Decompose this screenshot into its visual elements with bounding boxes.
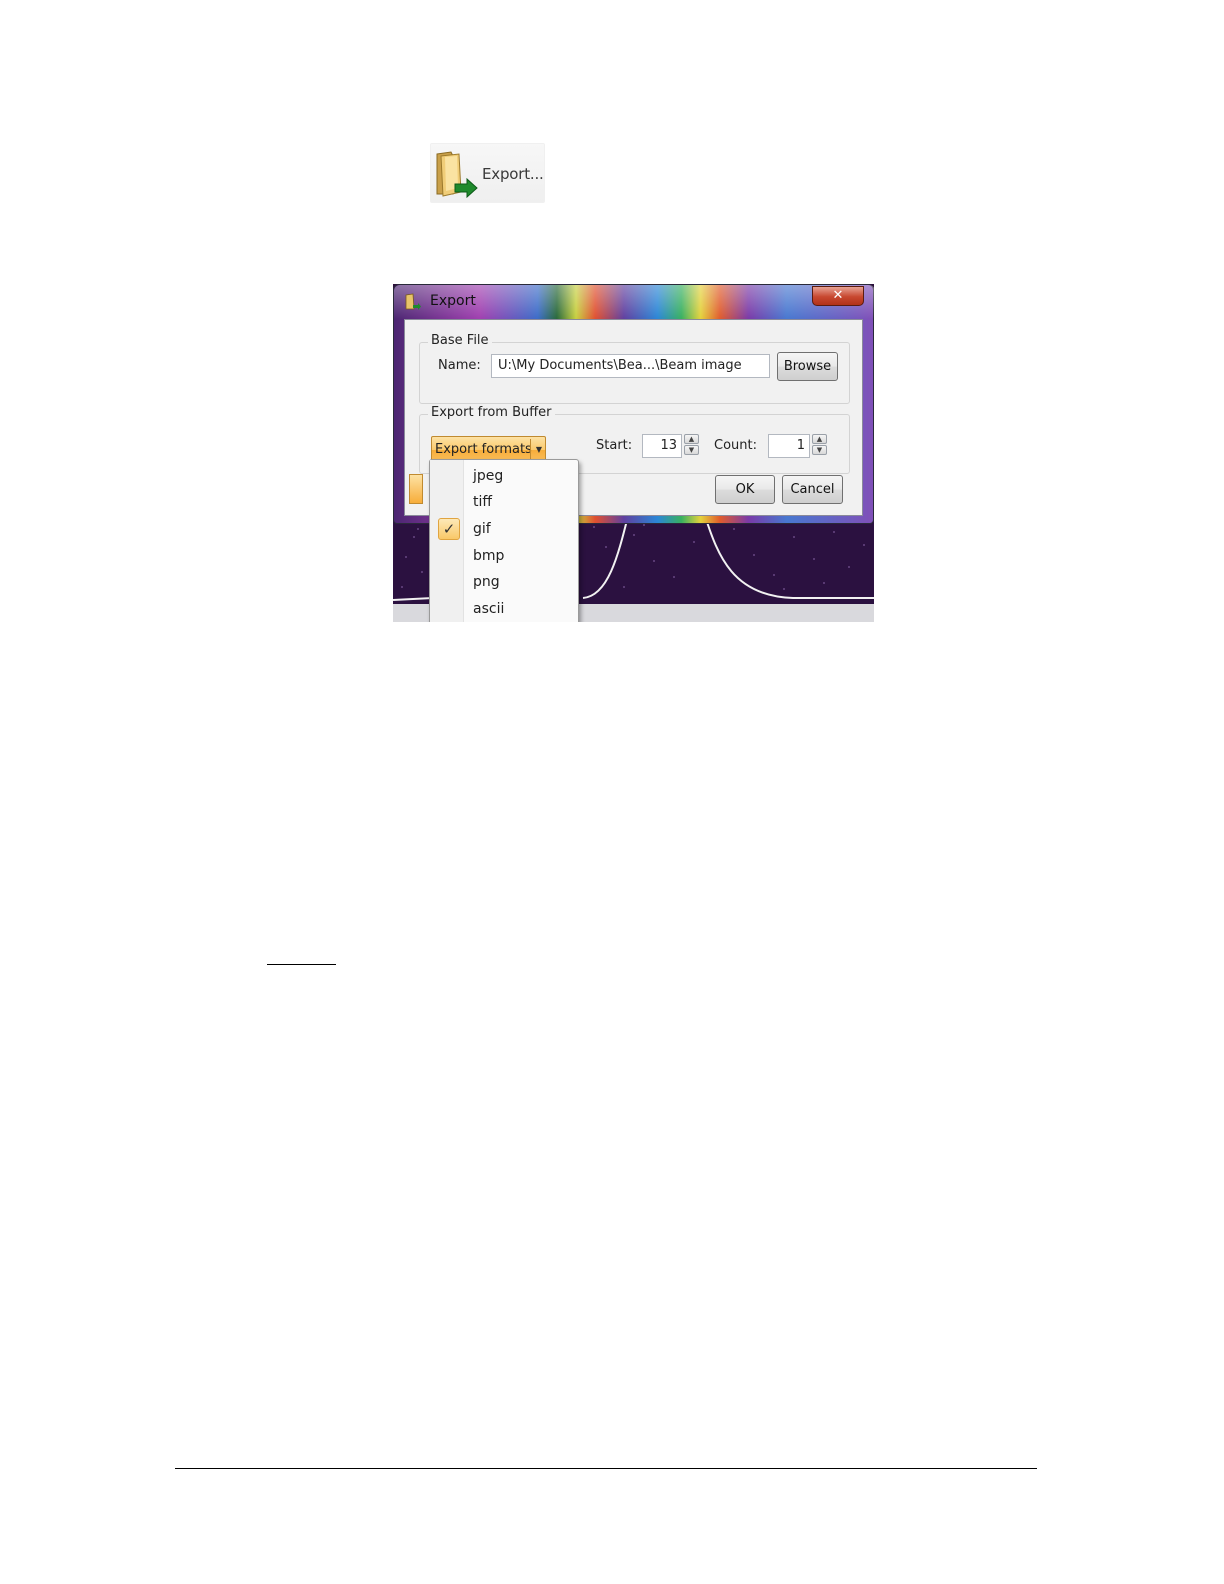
menu-item-ascii[interactable]: ascii (473, 601, 504, 617)
export-formats-menu: jpeg tiff ✓ gif bmp png ascii (429, 459, 579, 622)
export-label: Export... (482, 165, 544, 183)
export-window-icon (405, 293, 421, 310)
export-formats-label: Export formats (435, 442, 532, 457)
name-field[interactable]: U:\My Documents\Bea...\Beam image (491, 354, 770, 378)
close-button[interactable]: ✕ (812, 286, 864, 306)
export-from-buffer-group-title: Export from Buffer (428, 405, 555, 420)
checkmark-icon: ✓ (438, 518, 460, 540)
cancel-button[interactable]: Cancel (782, 475, 843, 504)
name-label: Name: (438, 358, 481, 373)
menu-icon-strip (430, 460, 464, 622)
start-up-arrow-icon[interactable]: ▲ (684, 434, 699, 444)
count-spinner[interactable]: ▲ ▼ (812, 434, 827, 456)
menu-item-png[interactable]: png (473, 574, 500, 590)
count-down-arrow-icon[interactable]: ▼ (812, 445, 827, 455)
count-up-arrow-icon[interactable]: ▲ (812, 434, 827, 444)
partial-icon-button[interactable] (409, 474, 423, 504)
menu-item-tiff[interactable]: tiff (473, 494, 492, 510)
count-field[interactable]: 1 (768, 434, 810, 458)
export-dialog-screenshot: Export ✕ Base File Name: U:\My Documents… (393, 284, 874, 622)
footer-rule (175, 1468, 1037, 1469)
dialog-title: Export (430, 293, 476, 309)
start-down-arrow-icon[interactable]: ▼ (684, 445, 699, 455)
start-spinner[interactable]: ▲ ▼ (684, 434, 699, 456)
menu-item-gif[interactable]: gif (473, 521, 491, 537)
base-file-group-title: Base File (428, 333, 492, 348)
start-label: Start: (596, 438, 633, 453)
export-toolbar-button[interactable]: Export... (430, 143, 545, 203)
folder-export-icon (436, 151, 478, 198)
split-separator (530, 439, 531, 461)
count-label: Count: (714, 438, 757, 453)
ok-button[interactable]: OK (715, 475, 775, 504)
browse-button[interactable]: Browse (777, 352, 838, 381)
menu-item-jpeg[interactable]: jpeg (473, 468, 503, 484)
menu-item-bmp[interactable]: bmp (473, 548, 504, 564)
start-field[interactable]: 13 (642, 434, 682, 458)
base-file-group: Base File Name: U:\My Documents\Bea...\B… (419, 333, 850, 404)
short-underline (267, 964, 336, 965)
